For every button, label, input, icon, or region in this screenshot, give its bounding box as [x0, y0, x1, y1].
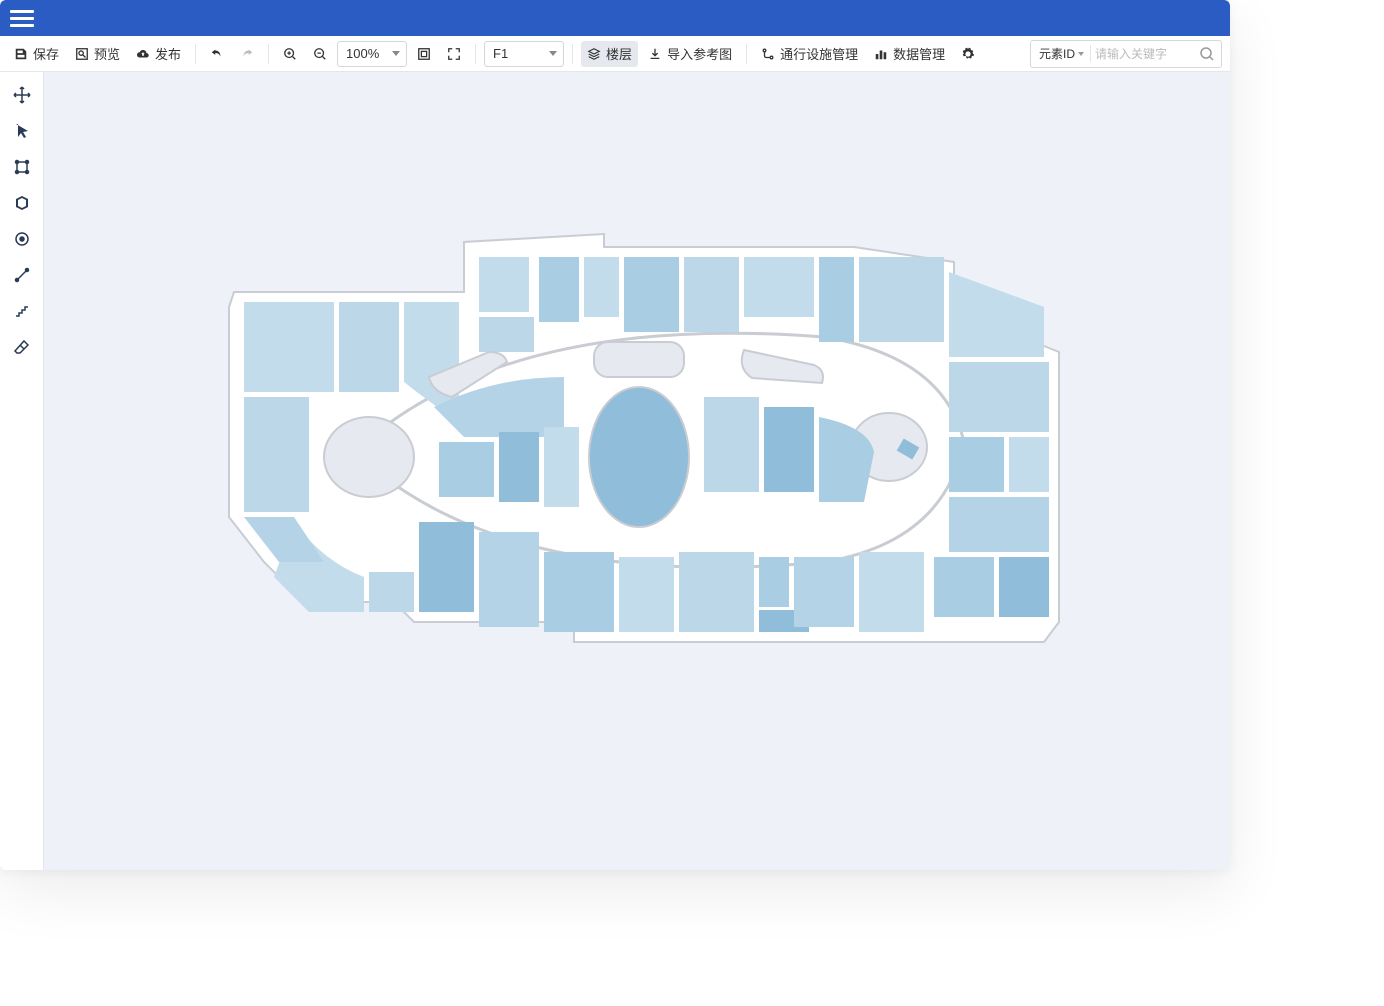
redo-icon [240, 47, 254, 61]
import-icon [648, 47, 662, 61]
toolbar-separator [572, 44, 573, 64]
route-icon [761, 47, 775, 61]
search-input[interactable] [1095, 47, 1195, 61]
toolbar-separator [268, 44, 269, 64]
publish-label: 发布 [155, 44, 181, 63]
shape-tool[interactable] [5, 150, 39, 184]
app-window: 保存 预览 发布 [0, 0, 1230, 870]
data-management-button[interactable]: 数据管理 [868, 41, 951, 67]
line-tool[interactable] [5, 258, 39, 292]
save-label: 保存 [33, 44, 59, 63]
canvas[interactable] [44, 72, 1230, 870]
undo-icon [210, 47, 224, 61]
zoom-in-button[interactable] [277, 41, 303, 67]
import-reference-label: 导入参考图 [667, 44, 732, 63]
data-management-label: 数据管理 [893, 44, 945, 63]
preview-icon [75, 47, 89, 61]
floor-value: F1 [493, 46, 508, 61]
search-type-label: 元素ID [1039, 45, 1075, 62]
save-icon [14, 47, 28, 61]
chevron-down-icon [549, 51, 557, 56]
preview-label: 预览 [94, 44, 120, 63]
zoom-in-icon [283, 47, 297, 61]
stairs-tool[interactable] [5, 294, 39, 328]
import-reference-button[interactable]: 导入参考图 [642, 41, 738, 67]
search-icon[interactable] [1199, 46, 1215, 62]
settings-button[interactable] [955, 41, 981, 67]
fit-screen-button[interactable] [411, 41, 437, 67]
cloud-upload-icon [136, 47, 150, 61]
select-tool[interactable] [5, 114, 39, 148]
chevron-down-icon [1078, 52, 1084, 56]
toolbar-separator [195, 44, 196, 64]
fullscreen-icon [447, 47, 461, 61]
gear-icon [961, 47, 975, 61]
zoom-value: 100% [346, 46, 379, 61]
main-toolbar: 保存 预览 发布 [0, 36, 1230, 72]
search-type-select[interactable]: 元素ID [1039, 45, 1091, 62]
publish-button[interactable]: 发布 [130, 41, 187, 67]
menu-button[interactable] [10, 6, 34, 30]
floors-label: 楼层 [606, 44, 632, 63]
point-tool[interactable] [5, 222, 39, 256]
search-box: 元素ID [1030, 40, 1222, 68]
eraser-tool[interactable] [5, 330, 39, 364]
zoom-select[interactable]: 100% [337, 41, 407, 67]
toolbar-separator [746, 44, 747, 64]
cube-tool[interactable] [5, 186, 39, 220]
redo-button[interactable] [234, 41, 260, 67]
workspace [0, 72, 1230, 870]
passage-management-label: 通行设施管理 [780, 44, 858, 63]
floors-button[interactable]: 楼层 [581, 41, 638, 67]
layers-icon [587, 47, 601, 61]
toolbar-separator [475, 44, 476, 64]
fit-screen-icon [417, 47, 431, 61]
zoom-out-button[interactable] [307, 41, 333, 67]
floor-plan [204, 222, 1074, 652]
save-button[interactable]: 保存 [8, 41, 65, 67]
zoom-out-icon [313, 47, 327, 61]
undo-button[interactable] [204, 41, 230, 67]
left-tool-panel [0, 72, 44, 870]
fullscreen-button[interactable] [441, 41, 467, 67]
move-tool[interactable] [5, 78, 39, 112]
chevron-down-icon [392, 51, 400, 56]
floor-select[interactable]: F1 [484, 41, 564, 67]
bar-chart-icon [874, 47, 888, 61]
passage-management-button[interactable]: 通行设施管理 [755, 41, 864, 67]
title-bar [0, 0, 1230, 36]
preview-button[interactable]: 预览 [69, 41, 126, 67]
